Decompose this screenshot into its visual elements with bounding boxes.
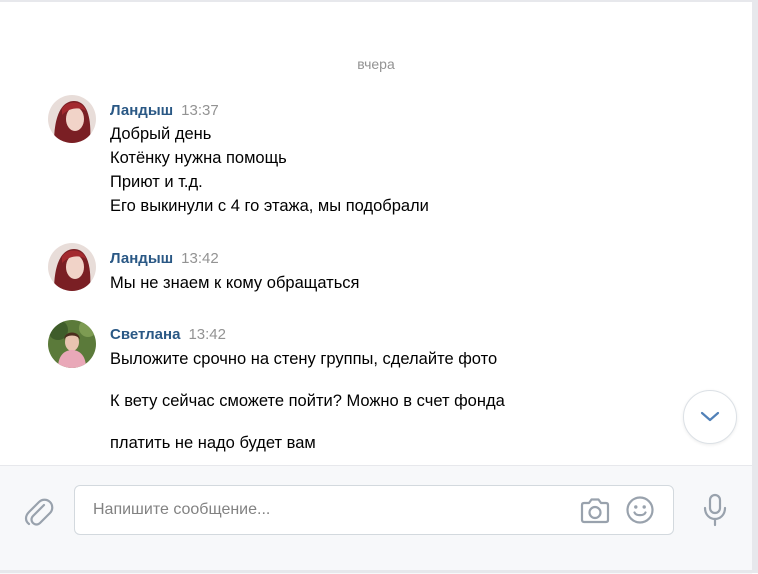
window-right-border bbox=[752, 0, 758, 573]
scroll-down-button[interactable] bbox=[683, 390, 737, 444]
camera-button[interactable] bbox=[579, 497, 611, 530]
camera-icon bbox=[580, 498, 610, 524]
author-name[interactable]: Светлана bbox=[110, 326, 180, 343]
message-text: Выложите срочно на стену группы, сделайт… bbox=[110, 350, 498, 368]
message-text: Добрый день bbox=[110, 125, 212, 143]
message-text: Его выкинули с 4 го этажа, мы подобрали bbox=[110, 197, 429, 215]
microphone-icon bbox=[703, 493, 727, 527]
emoji-button[interactable] bbox=[625, 495, 655, 530]
smile-icon bbox=[626, 496, 654, 524]
message-time[interactable]: 13:37 bbox=[181, 102, 219, 119]
message-text: Мы не знаем к кому обращаться bbox=[110, 274, 360, 292]
message-history[interactable]: вчера Ландыш 13:37 Добрый день Котёнку ну… bbox=[0, 2, 752, 465]
message-header: Ландыш 13:37 bbox=[110, 102, 219, 120]
paperclip-icon bbox=[24, 498, 54, 526]
message-input-box[interactable] bbox=[74, 485, 674, 535]
avatar[interactable] bbox=[48, 243, 96, 291]
message-text: К вету сейчас сможете пойти? Можно в сче… bbox=[110, 392, 505, 410]
message-text: Котёнку нужна помощь bbox=[110, 149, 287, 167]
attach-button[interactable] bbox=[22, 496, 54, 533]
message-time[interactable]: 13:42 bbox=[188, 326, 226, 343]
avatar[interactable] bbox=[48, 95, 96, 143]
voice-message-button[interactable] bbox=[702, 493, 728, 532]
message-text: Приют и т.д. bbox=[110, 173, 203, 191]
message-composer bbox=[0, 465, 752, 574]
message-input[interactable] bbox=[93, 486, 563, 534]
chevron-down-icon bbox=[700, 411, 720, 422]
avatar[interactable] bbox=[48, 320, 96, 368]
message-header: Ландыш 13:42 bbox=[110, 250, 219, 268]
date-separator: вчера bbox=[357, 56, 395, 72]
author-name[interactable]: Ландыш bbox=[110, 250, 173, 267]
message-time[interactable]: 13:42 bbox=[181, 250, 219, 267]
author-name[interactable]: Ландыш bbox=[110, 102, 173, 119]
message-text: платить не надо будет вам bbox=[110, 434, 316, 452]
message-header: Светлана 13:42 bbox=[110, 326, 226, 344]
